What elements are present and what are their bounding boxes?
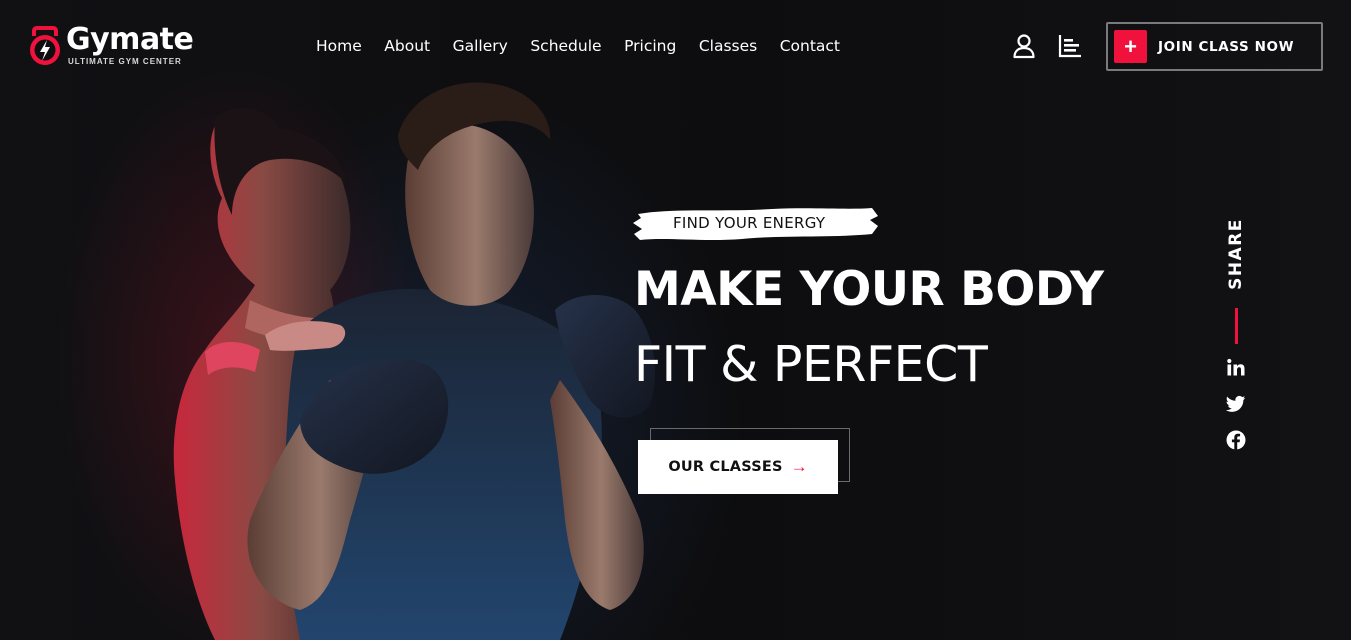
hero-title-line2: FIT & PERFECT bbox=[634, 336, 988, 393]
join-class-label: JOIN CLASS NOW bbox=[1158, 38, 1295, 55]
logo[interactable]: Gymate ULTIMATE GYM CENTER bbox=[28, 22, 194, 68]
nav-home[interactable]: Home bbox=[316, 36, 362, 56]
plus-icon: + bbox=[1114, 30, 1147, 63]
hero-tagline: FIND YOUR ENERGY bbox=[673, 214, 826, 232]
user-icon[interactable] bbox=[1011, 33, 1037, 59]
hero-athletes-image bbox=[173, 82, 655, 640]
site-header: Gymate ULTIMATE GYM CENTER Home About Ga… bbox=[0, 0, 1351, 92]
our-classes-label: OUR CLASSES bbox=[668, 459, 783, 475]
twitter-icon[interactable] bbox=[1225, 394, 1246, 414]
bar-chart-icon[interactable] bbox=[1057, 33, 1083, 59]
nav-about[interactable]: About bbox=[384, 36, 430, 56]
main-nav: Home About Gallery Schedule Pricing Clas… bbox=[316, 36, 863, 56]
share-rail: SHARE bbox=[1215, 214, 1257, 454]
nav-contact[interactable]: Contact bbox=[780, 36, 840, 56]
nav-classes[interactable]: Classes bbox=[699, 36, 757, 56]
share-divider bbox=[1235, 308, 1238, 344]
facebook-icon[interactable] bbox=[1226, 430, 1246, 450]
arrow-right-icon: → bbox=[790, 457, 808, 476]
logo-tagline: ULTIMATE GYM CENTER bbox=[68, 57, 182, 66]
hero-title-line1: MAKE YOUR BODY bbox=[634, 262, 1104, 317]
join-class-button[interactable]: + JOIN CLASS NOW bbox=[1106, 22, 1323, 71]
logo-name: Gymate bbox=[66, 22, 194, 57]
linkedin-icon[interactable] bbox=[1226, 358, 1246, 378]
our-classes-button[interactable]: OUR CLASSES → bbox=[638, 440, 838, 494]
nav-pricing[interactable]: Pricing bbox=[624, 36, 676, 56]
share-label: SHARE bbox=[1226, 218, 1246, 290]
nav-gallery[interactable]: Gallery bbox=[453, 36, 508, 56]
nav-schedule[interactable]: Schedule bbox=[530, 36, 601, 56]
kettlebell-bolt-icon bbox=[28, 22, 62, 68]
